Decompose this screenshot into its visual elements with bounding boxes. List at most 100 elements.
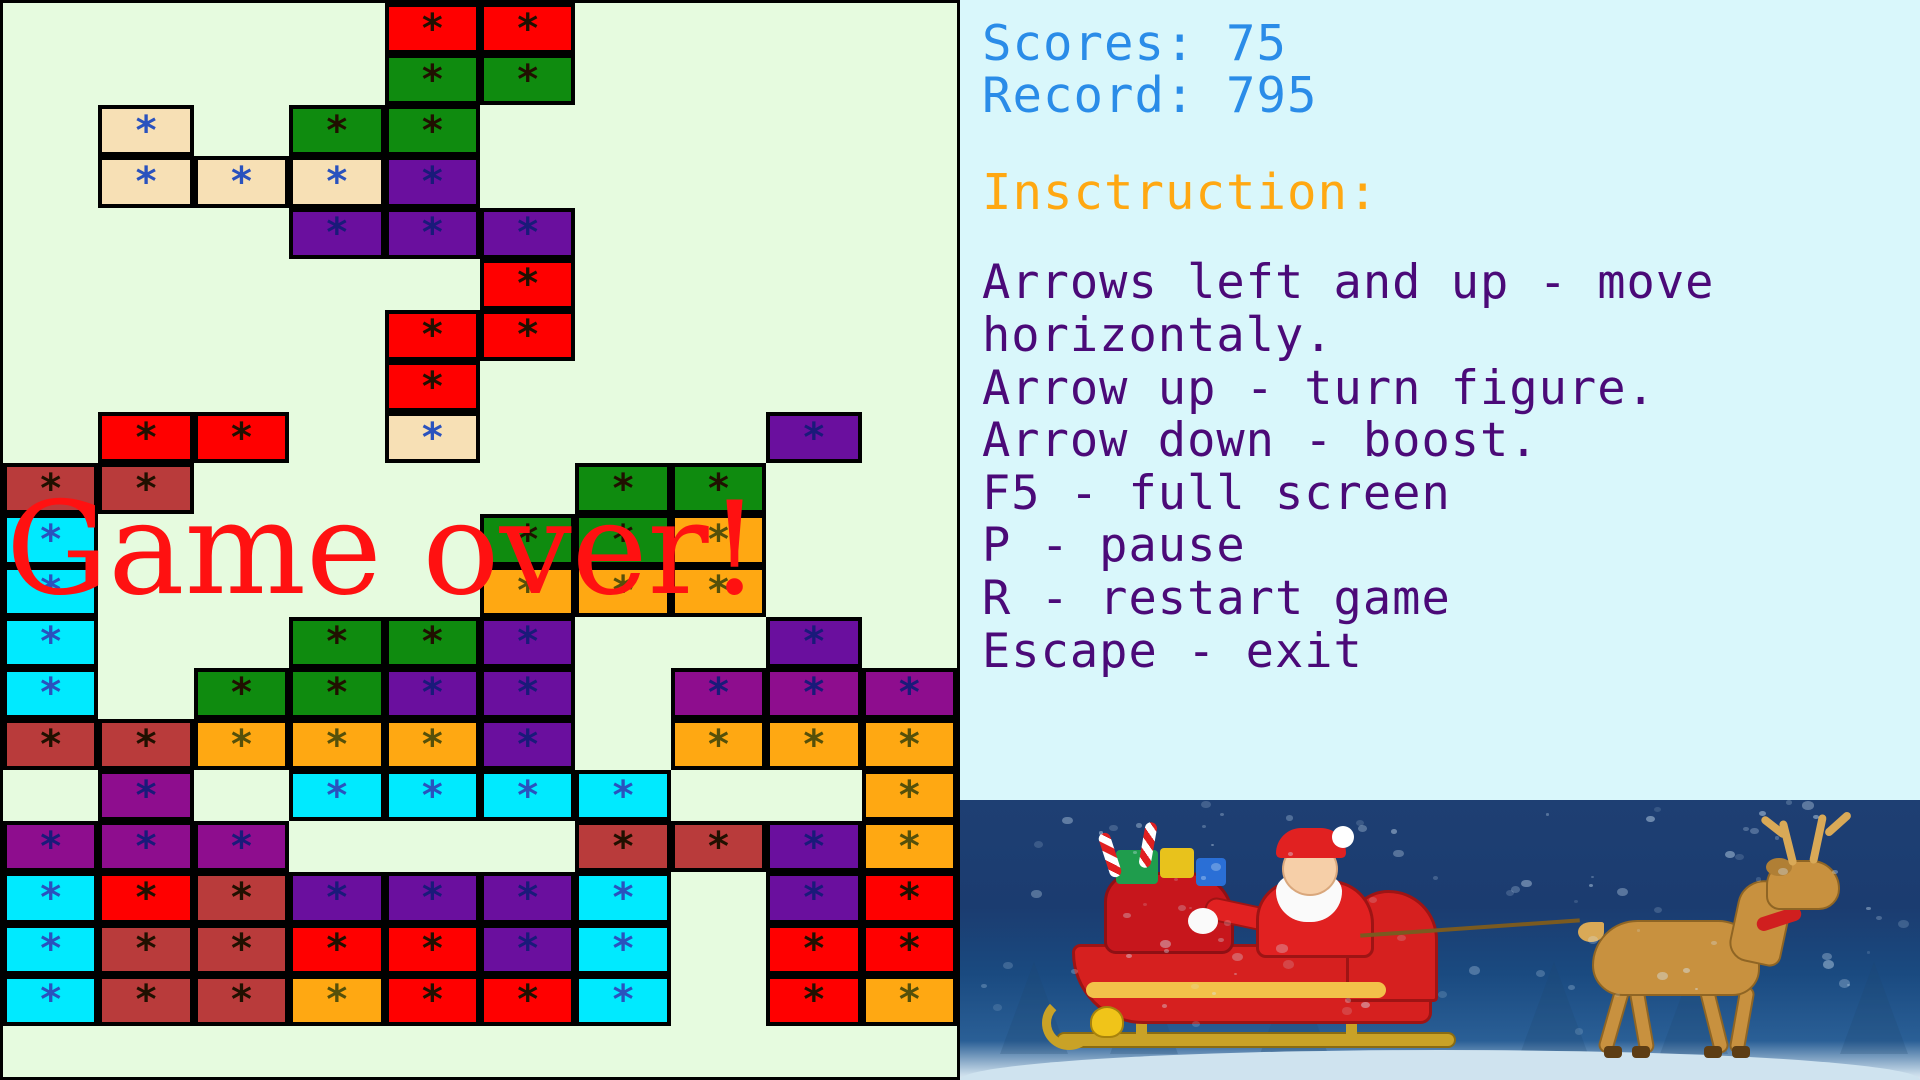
grid-cell-empty	[575, 361, 670, 412]
grid-cell-empty	[671, 924, 766, 975]
grid-cell-empty	[194, 463, 289, 514]
block-star-icon: *	[579, 928, 666, 971]
snowflake	[1433, 876, 1438, 880]
grid-cell-filled: *	[3, 719, 98, 770]
snowflake	[1211, 844, 1214, 846]
grid-cell-empty	[575, 3, 670, 54]
santa-hat-pompom	[1332, 826, 1354, 848]
block-star-icon: *	[102, 876, 189, 919]
grid-cell-empty	[671, 361, 766, 412]
grid-cell-filled: *	[480, 3, 575, 54]
grid-cell-filled: *	[98, 156, 193, 207]
grid-cell-filled: *	[575, 770, 670, 821]
reindeer-icon	[1570, 848, 1890, 1058]
sleigh-with-santa-icon	[1046, 854, 1516, 1054]
grid-cell-empty	[98, 514, 193, 565]
block-star-icon: *	[579, 774, 666, 817]
grid-cell-filled: *	[289, 668, 384, 719]
snowflake	[1136, 823, 1142, 828]
grid-cell-filled: *	[480, 719, 575, 770]
grid-cell-empty	[766, 514, 861, 565]
block-star-icon: *	[198, 876, 285, 919]
grid-cell-empty	[671, 156, 766, 207]
grid-cell-empty	[575, 156, 670, 207]
block-star-icon: *	[293, 723, 380, 766]
antler-right-branch	[1823, 810, 1852, 837]
block-star-icon: *	[102, 416, 189, 459]
block-star-icon: *	[293, 774, 380, 817]
block-star-icon: *	[579, 979, 666, 1022]
block-star-icon: *	[389, 416, 476, 459]
grid-cell-empty	[766, 3, 861, 54]
grid-cell-empty	[3, 361, 98, 412]
grid-cell-filled: *	[862, 821, 957, 872]
grid-cell-filled: *	[194, 975, 289, 1026]
block-star-icon: *	[579, 518, 666, 561]
tetris-grid[interactable]: * * * * * * * * * * * * * * * * * * * * * * * * * * * * * * * * * * * * * * * *…	[3, 3, 957, 1077]
grid-cell-filled: *	[3, 463, 98, 514]
block-star-icon: *	[770, 928, 857, 971]
grid-cell-filled: *	[575, 463, 670, 514]
grid-cell-empty	[671, 872, 766, 923]
grid-cell-empty	[766, 310, 861, 361]
instruction-line-7: Escape - exit	[982, 626, 1898, 679]
grid-cell-empty	[480, 463, 575, 514]
grid-cell-filled: *	[766, 668, 861, 719]
instruction-list: Arrows left and up - move horizontaly. Arr…	[982, 257, 1898, 678]
block-star-icon: *	[293, 876, 380, 919]
instruction-title: Insctruction:	[982, 167, 1898, 219]
grid-cell-empty	[862, 105, 957, 156]
grid-cell-filled: *	[385, 617, 480, 668]
block-star-icon: *	[389, 365, 476, 408]
grid-cell-filled: *	[480, 259, 575, 310]
grid-cell-filled: *	[480, 975, 575, 1026]
grid-cell-empty	[575, 259, 670, 310]
grid-cell-filled: *	[480, 310, 575, 361]
grid-cell-empty	[766, 156, 861, 207]
snowflake	[1031, 890, 1041, 898]
block-star-icon: *	[770, 979, 857, 1022]
grid-cell-empty	[671, 310, 766, 361]
block-star-icon: *	[389, 723, 476, 766]
grid-cell-filled: *	[385, 770, 480, 821]
block-star-icon: *	[484, 672, 571, 715]
grid-cell-empty	[862, 412, 957, 463]
block-star-icon: *	[7, 570, 94, 613]
grid-cell-empty	[480, 105, 575, 156]
reindeer-leg-2	[1628, 987, 1655, 1055]
snowflake	[1469, 966, 1480, 974]
game-board-container[interactable]: * * * * * * * * * * * * * * * * * * * * * * * * * * * * * * * * * * * * * * * *…	[0, 0, 960, 1080]
grid-cell-filled: *	[385, 975, 480, 1026]
block-star-icon: *	[102, 774, 189, 817]
grid-cell-filled: *	[3, 617, 98, 668]
block-star-icon: *	[389, 7, 476, 50]
panel-text-block: Scores: 75 Record: 795 Insctruction: Arr…	[960, 0, 1920, 678]
grid-cell-empty	[480, 156, 575, 207]
block-star-icon: *	[484, 570, 571, 613]
grid-cell-filled: *	[766, 719, 861, 770]
grid-cell-filled: *	[98, 770, 193, 821]
grid-cell-empty	[98, 208, 193, 259]
snowflake	[1133, 851, 1137, 854]
grid-cell-filled: *	[385, 668, 480, 719]
grid-cell-empty	[289, 361, 384, 412]
grid-cell-filled: *	[575, 821, 670, 872]
snowflake	[1867, 951, 1870, 954]
snowflake	[1802, 801, 1813, 810]
grid-cell-filled: *	[766, 975, 861, 1026]
grid-cell-empty	[766, 208, 861, 259]
grid-cell-empty	[575, 310, 670, 361]
block-star-icon: *	[102, 979, 189, 1022]
grid-cell-filled: *	[194, 412, 289, 463]
grid-cell-filled: *	[480, 770, 575, 821]
grid-cell-filled: *	[671, 719, 766, 770]
grid-cell-empty	[98, 54, 193, 105]
grid-cell-filled: *	[194, 872, 289, 923]
grid-cell-empty	[862, 3, 957, 54]
block-star-icon: *	[675, 825, 762, 868]
snowflake	[1358, 825, 1368, 832]
snowflake	[1062, 817, 1072, 825]
antler-right-main	[1809, 814, 1827, 865]
grid-cell-empty	[289, 54, 384, 105]
snowflake	[1617, 888, 1628, 896]
